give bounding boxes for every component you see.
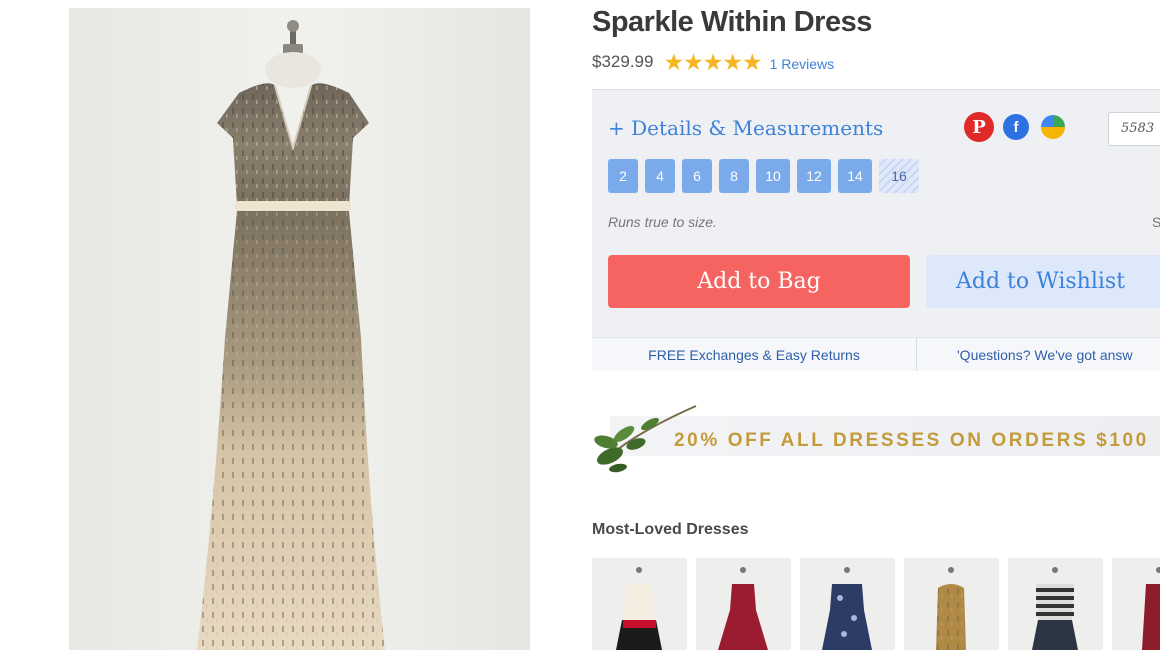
add-to-wishlist-button[interactable]: Add to Wishlist <box>926 255 1160 308</box>
size-option[interactable]: 4 <box>645 159 675 193</box>
dress-thumbnail[interactable] <box>592 558 687 650</box>
facebook-icon[interactable]: f <box>1003 114 1029 140</box>
product-photo[interactable] <box>69 8 530 650</box>
info-bar: FREE Exchanges & Easy Returns 'Questions… <box>592 337 1160 371</box>
dress-thumbnail[interactable] <box>1008 558 1103 650</box>
star-icon: ★ <box>683 48 704 75</box>
product-price: $329.99 <box>592 52 654 71</box>
star-icon: ★ <box>741 48 763 75</box>
most-loved-heading: Most-Loved Dresses <box>592 521 749 538</box>
promo-text: 20% OFF ALL DRESSES ON ORDERS $100 <box>674 430 1149 451</box>
dress-image <box>197 20 385 650</box>
quantity-field[interactable]: 5583 <box>1108 112 1160 146</box>
dress-thumbnail[interactable] <box>800 558 895 650</box>
dress-thumbnail[interactable] <box>904 558 999 650</box>
returns-link[interactable]: FREE Exchanges & Easy Returns <box>592 338 917 371</box>
dress-thumbnail[interactable] <box>696 558 791 650</box>
pinterest-icon[interactable]: P <box>964 112 994 142</box>
star-icon: ★ <box>702 48 724 75</box>
size-option-unavailable[interactable]: 16 <box>879 159 919 193</box>
most-loved-carousel <box>592 558 1160 650</box>
questions-link[interactable]: 'Questions? We've got answ <box>917 338 1133 371</box>
product-title: Sparkle Within Dress <box>592 6 872 38</box>
price-rating-row: $329.99 ★ ★ ★ ★ ★ 1 Reviews <box>592 49 834 75</box>
star-icon: ★ <box>722 48 743 75</box>
promo-banner[interactable]: 20% OFF ALL DRESSES ON ORDERS $100 <box>592 404 1160 473</box>
rating-stars: ★ ★ ★ ★ ★ <box>663 48 763 75</box>
social-share: P f <box>964 112 1068 142</box>
add-to-bag-button[interactable]: Add to Bag <box>608 255 910 308</box>
details-measurements-toggle[interactable]: + Details & Measurements <box>608 116 883 140</box>
size-option[interactable]: 6 <box>682 159 712 193</box>
star-icon: ★ <box>663 48 685 75</box>
purchase-panel: + Details & Measurements P f 5583 2 4 6 … <box>592 89 1160 371</box>
size-option[interactable]: 14 <box>838 159 872 193</box>
size-option[interactable]: 12 <box>797 159 831 193</box>
google-icon[interactable] <box>1038 112 1068 142</box>
fit-note: Runs true to size. <box>608 214 717 230</box>
size-option[interactable]: 8 <box>719 159 749 193</box>
reviews-link[interactable]: 1 Reviews <box>770 56 835 72</box>
size-option[interactable]: 10 <box>756 159 790 193</box>
dress-thumbnail[interactable] <box>1112 558 1160 650</box>
size-selector: 2 4 6 8 10 12 14 16 <box>608 159 919 193</box>
size-option[interactable]: 2 <box>608 159 638 193</box>
size-chart-link[interactable]: S <box>1152 214 1160 230</box>
